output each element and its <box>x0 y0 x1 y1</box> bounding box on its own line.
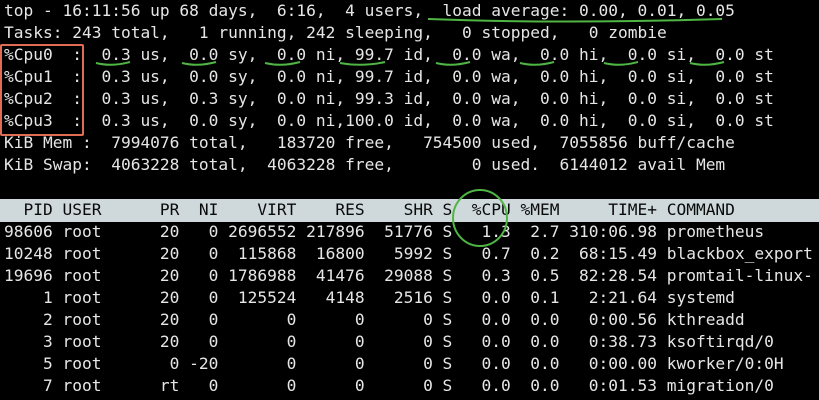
load-average-underline <box>427 18 723 23</box>
cpu0-si-underline <box>603 61 639 66</box>
terminal-window[interactable]: top - 16:11:56 up 68 days, 6:16, 4 users… <box>0 0 819 400</box>
cpu0-st-underline <box>689 61 725 66</box>
cpu0-hi-underline <box>519 61 555 66</box>
cpu0-sy-underline <box>181 61 217 66</box>
cpu0-wa-underline <box>435 61 471 66</box>
cpu-column-circle <box>452 189 508 247</box>
cpu0-us-underline <box>95 61 131 66</box>
cpu0-id-underline <box>339 61 386 66</box>
cpu0-ni-underline <box>264 61 301 66</box>
annotation-overlay <box>95 18 725 247</box>
